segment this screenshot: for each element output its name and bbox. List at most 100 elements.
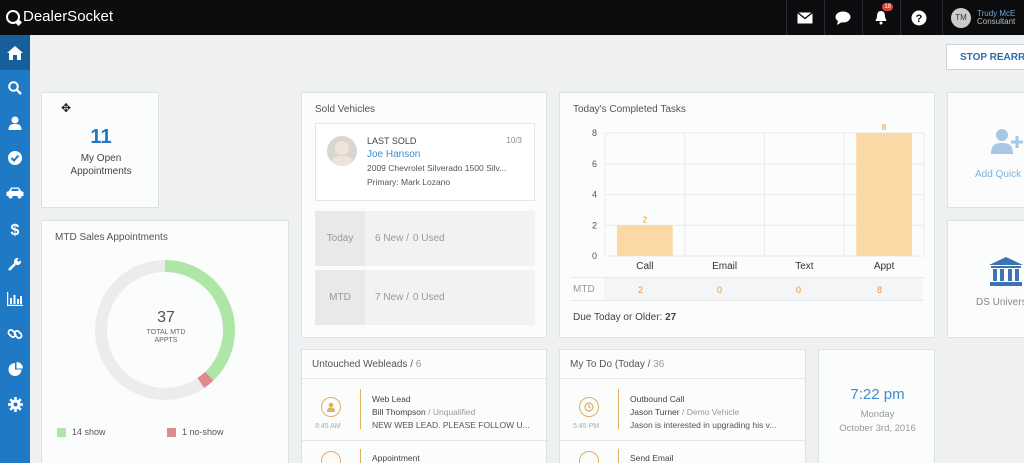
add-quick-card[interactable]: Add Quick [947, 92, 1024, 208]
svg-text:$: $ [11, 222, 20, 237]
weblead-name: Bill Thompson [372, 407, 426, 417]
logo[interactable]: DealerSocket [6, 8, 113, 25]
weblead-note: NEW WEB LEAD. PLEASE FOLLOW U... [372, 420, 530, 430]
gear-icon[interactable] [0, 387, 30, 422]
x-tick-label: Call [636, 261, 653, 272]
help-icon[interactable]: ? [900, 0, 936, 35]
tasks-mtd-label: MTD [573, 284, 595, 295]
mtd-sales-card: MTD Sales Appointments 37 TOTAL MTD APPT… [41, 220, 289, 463]
mtd-total: 37 [157, 309, 175, 326]
bar-chart-icon[interactable] [0, 281, 30, 316]
data-label: 2 [643, 215, 648, 224]
due-today-label: Due Today or Older: [573, 312, 663, 323]
todo-type: Send Email [630, 453, 674, 463]
today-used-count: 0 Used [412, 233, 445, 244]
brand-name: DealerSocket [23, 8, 114, 25]
clock-card: 7:22 pm Monday October 3rd, 2016 [818, 349, 935, 463]
sold-vehicle-name: 2009 Chevrolet Silverado 1500 Silv... [367, 163, 507, 173]
y-tick-label: 8 [592, 128, 597, 138]
completed-tasks-chart: 0 2 4 6 8 2 Call Email Text 8 Appt [592, 123, 925, 272]
webleads-card: Untouched Webleads / 6 8:45 AM Web Lead … [301, 349, 548, 463]
todo-type: Outbound Call [630, 394, 685, 404]
list-item[interactable]: Send Email [560, 440, 807, 463]
weblead-type: Web Lead [372, 394, 411, 404]
mtd-total-label-2: APPTS [154, 337, 178, 345]
wrench-icon[interactable] [0, 246, 30, 281]
top-bar: DealerSocket 18 ? TM Trudy McE Consultan… [0, 0, 1024, 35]
todo-count: 36 [653, 359, 665, 370]
svg-text:?: ? [915, 13, 922, 25]
clock-day: Monday [860, 409, 895, 420]
mail-icon[interactable] [786, 0, 822, 35]
today-new-count: 6 New / [375, 233, 409, 244]
dollar-icon[interactable]: $ [0, 211, 30, 246]
noshow-legend-swatch [167, 428, 176, 437]
todo-card: My To Do (Today / 36 5:45 PM Outbound Ca… [559, 349, 807, 463]
link-icon[interactable] [0, 317, 30, 352]
mtd-used-count: 0 Used [412, 292, 445, 303]
x-tick-label: Email [712, 261, 737, 272]
customer-link[interactable]: Joe Hanson [367, 149, 420, 160]
todo-title: My To Do (Today / [570, 359, 651, 370]
mtd-sales-title: MTD Sales Appointments [55, 232, 168, 243]
user-icon[interactable] [0, 105, 30, 140]
mtd-email-count: 0 [717, 285, 723, 295]
check-icon[interactable] [0, 141, 30, 176]
weblead-status: Unqualified [432, 407, 476, 417]
completed-tasks-card: Today's Completed Tasks 0 2 4 6 8 2 Call Email T… [559, 92, 935, 338]
last-sold-box[interactable]: LAST SOLD 10/3 Joe Hanson 2009 Chevrolet… [315, 123, 535, 201]
sold-vehicles-card: Sold Vehicles LAST SOLD 10/3 Joe Hanson … [301, 92, 547, 338]
car-icon[interactable] [0, 176, 30, 211]
user-menu[interactable]: TM Trudy McE Consultant [942, 0, 1015, 35]
open-appointments-card[interactable]: ✥ 11 My Open Appointments [41, 92, 159, 208]
university-icon [989, 257, 1023, 286]
donut-segment-noshow [197, 371, 214, 388]
todo-status: Demo Vehicle [686, 407, 740, 417]
today-sold-row[interactable]: Today 6 New / 0 Used [315, 211, 535, 266]
clock-icon [579, 397, 599, 417]
mtd-total-label-1: TOTAL MTD [146, 329, 186, 336]
weblead-type: Appointment [372, 453, 420, 463]
y-tick-label: 6 [592, 159, 597, 169]
bar-appt[interactable] [856, 133, 913, 256]
pie-chart-icon[interactable] [0, 352, 30, 387]
completed-tasks-title: Today's Completed Tasks [573, 104, 686, 115]
sidebar: $ [0, 35, 30, 463]
user-icon [321, 397, 341, 417]
mail-icon [579, 451, 599, 463]
list-item[interactable]: Appointment [302, 440, 548, 463]
stop-rearrange-button[interactable]: STOP REARRA [946, 44, 1024, 70]
home-icon[interactable] [0, 35, 30, 71]
user-role: Consultant [977, 16, 1016, 26]
list-item[interactable]: 8:45 AM Web Lead Bill Thompson / Unquali… [302, 378, 548, 438]
data-label: 8 [882, 123, 887, 132]
tasks-mtd-row: MTD 2 0 0 8 [570, 277, 924, 301]
ds-university-label: DS Univers [976, 297, 1024, 308]
clock-date: October 3rd, 2016 [839, 423, 916, 434]
chat-icon[interactable] [824, 0, 860, 35]
mtd-new-count: 7 New / [375, 292, 409, 303]
avatar: TM [951, 7, 971, 28]
ds-university-card[interactable]: DS Univers [947, 220, 1024, 338]
bell-icon[interactable]: 18 [862, 0, 898, 35]
open-appointments-count: 11 [90, 126, 112, 148]
calendar-icon [321, 451, 341, 463]
mtd-sold-row[interactable]: MTD 7 New / 0 Used [315, 270, 535, 325]
bar-call[interactable] [616, 225, 673, 256]
show-legend-swatch [57, 428, 66, 437]
list-item[interactable]: 5:45 PM Outbound Call Jason Turner / Dem… [560, 378, 807, 438]
customer-avatar [327, 136, 357, 166]
webleads-count: 6 [415, 359, 422, 370]
search-icon[interactable] [0, 70, 30, 105]
y-tick-label: 2 [592, 220, 597, 230]
today-label: Today [315, 211, 365, 266]
move-handle-icon[interactable]: ✥ [61, 101, 71, 115]
mtd-appt-count: 8 [877, 285, 883, 295]
x-tick-label: Appt [874, 261, 895, 272]
todo-name: Jason Turner [630, 407, 680, 417]
y-tick-label: 4 [592, 190, 597, 200]
sold-vehicles-title: Sold Vehicles [315, 104, 376, 115]
y-tick-label: 0 [592, 251, 597, 261]
notification-badge: 18 [882, 3, 893, 11]
x-tick-label: Text [795, 261, 814, 272]
